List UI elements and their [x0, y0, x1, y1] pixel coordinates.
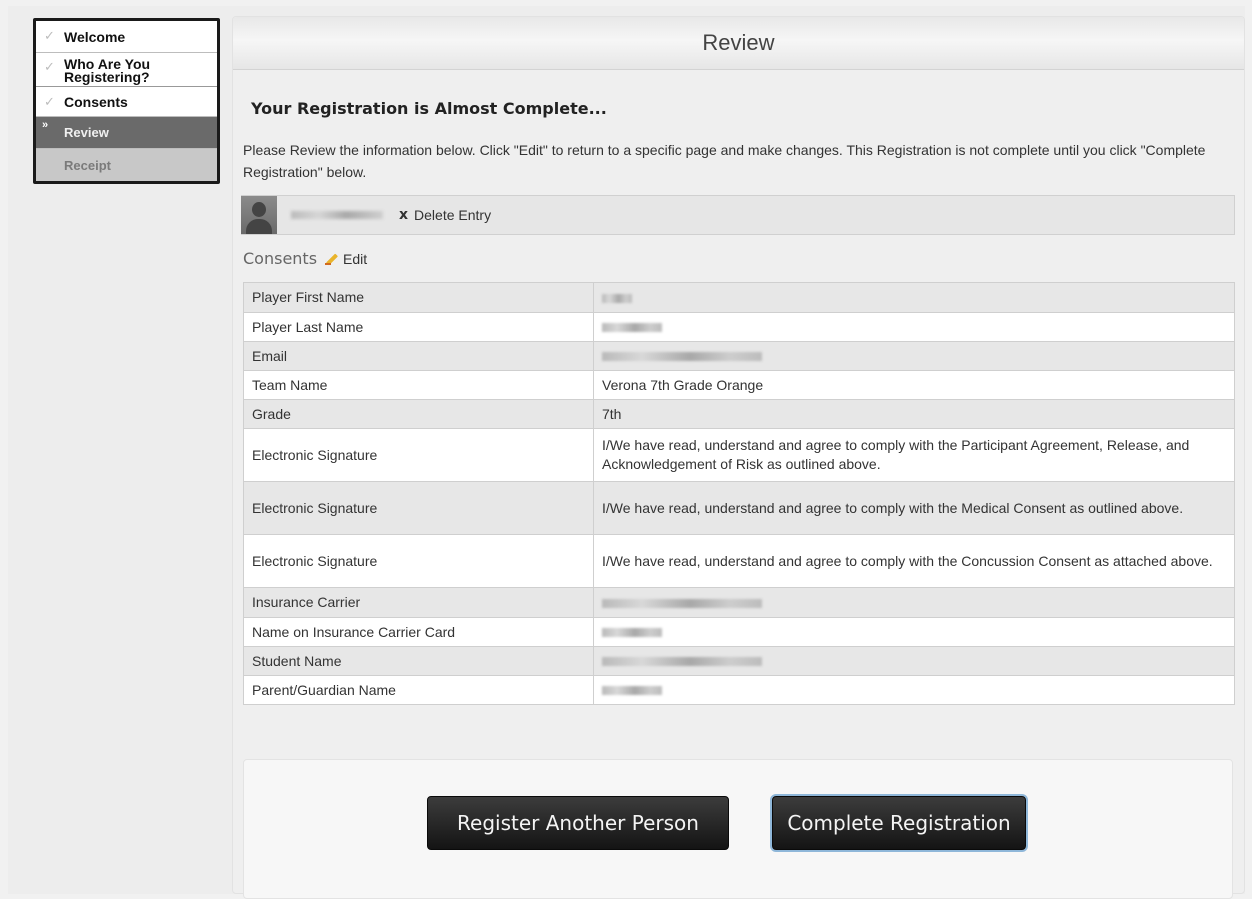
- step-who-are-you-registering[interactable]: ✓ Who Are You Registering?: [36, 53, 217, 87]
- row-label: Grade: [243, 399, 594, 429]
- step-label: Welcome: [64, 28, 126, 45]
- page-title: Review: [233, 17, 1244, 70]
- step-label: Consents: [64, 93, 128, 110]
- table-row: Insurance Carrier: [243, 587, 1235, 618]
- row-label: Player Last Name: [243, 312, 594, 342]
- row-label: Electronic Signature: [243, 428, 594, 482]
- review-details-table: Player First Name Player Last Name Email…: [243, 282, 1235, 705]
- step-welcome[interactable]: ✓ Welcome: [36, 21, 217, 53]
- table-row: Electronic Signature I/We have read, und…: [243, 428, 1235, 482]
- row-label: Electronic Signature: [243, 481, 594, 535]
- table-row: Student Name: [243, 646, 1235, 676]
- edit-link[interactable]: Edit: [343, 251, 367, 267]
- check-icon: ✓: [44, 28, 55, 43]
- table-row: Electronic Signature I/We have read, und…: [243, 481, 1235, 535]
- row-label: Email: [243, 341, 594, 371]
- row-value: Verona 7th Grade Orange: [593, 370, 1235, 400]
- table-row: Grade 7th: [243, 399, 1235, 429]
- table-row: Parent/Guardian Name: [243, 675, 1235, 705]
- row-value: I/We have read, understand and agree to …: [593, 481, 1235, 535]
- avatar: [241, 196, 277, 234]
- pencil-icon[interactable]: [325, 252, 339, 266]
- current-step-arrow-icon: »: [42, 119, 49, 131]
- instructions-text: Please Review the information below. Cli…: [243, 142, 1206, 180]
- row-label: Insurance Carrier: [243, 587, 594, 618]
- register-another-person-button[interactable]: Register Another Person: [427, 796, 729, 850]
- row-value: 7th: [593, 399, 1235, 429]
- check-icon: ✓: [44, 59, 55, 74]
- row-value: [593, 282, 1235, 313]
- x-icon[interactable]: x: [399, 207, 408, 223]
- row-value: [593, 312, 1235, 342]
- row-value: I/We have read, understand and agree to …: [593, 534, 1235, 588]
- step-label: Receipt: [64, 157, 111, 173]
- review-panel: Review Your Registration is Almost Compl…: [232, 16, 1245, 899]
- row-label: Student Name: [243, 646, 594, 676]
- step-review[interactable]: » Review: [36, 117, 217, 149]
- row-value: [593, 341, 1235, 371]
- complete-registration-button[interactable]: Complete Registration: [772, 796, 1026, 850]
- table-row: Electronic Signature I/We have read, und…: [243, 534, 1235, 588]
- check-icon: ✓: [44, 94, 55, 109]
- consents-section-header: Consents Edit: [243, 249, 367, 268]
- row-value: [593, 675, 1235, 705]
- row-label: Name on Insurance Carrier Card: [243, 617, 594, 647]
- row-value: [593, 587, 1235, 618]
- step-receipt: Receipt: [36, 149, 217, 181]
- table-row: Team Name Verona 7th Grade Orange: [243, 370, 1235, 400]
- delete-entry-link[interactable]: Delete Entry: [414, 207, 491, 223]
- row-label: Team Name: [243, 370, 594, 400]
- registrant-name-redacted: [291, 211, 383, 219]
- registrant-entry-bar: x Delete Entry: [241, 195, 1235, 235]
- section-title: Consents: [243, 249, 318, 268]
- registration-heading: Your Registration is Almost Complete...: [251, 99, 607, 118]
- table-row: Email: [243, 341, 1235, 371]
- action-panel: Register Another Person Complete Registr…: [243, 759, 1233, 899]
- row-value: I/We have read, understand and agree to …: [593, 428, 1235, 482]
- row-label: Electronic Signature: [243, 534, 594, 588]
- row-value: [593, 617, 1235, 647]
- step-navigation: ✓ Welcome ✓ Who Are You Registering? ✓ C…: [33, 18, 220, 184]
- table-row: Name on Insurance Carrier Card: [243, 617, 1235, 647]
- row-label: Parent/Guardian Name: [243, 675, 594, 705]
- row-value: [593, 646, 1235, 676]
- step-label: Review: [64, 125, 109, 140]
- table-row: Player Last Name: [243, 312, 1235, 342]
- step-consents[interactable]: ✓ Consents: [36, 87, 217, 117]
- table-row: Player First Name: [243, 282, 1235, 313]
- row-label: Player First Name: [243, 282, 594, 313]
- step-label: Who Are You Registering?: [64, 56, 151, 85]
